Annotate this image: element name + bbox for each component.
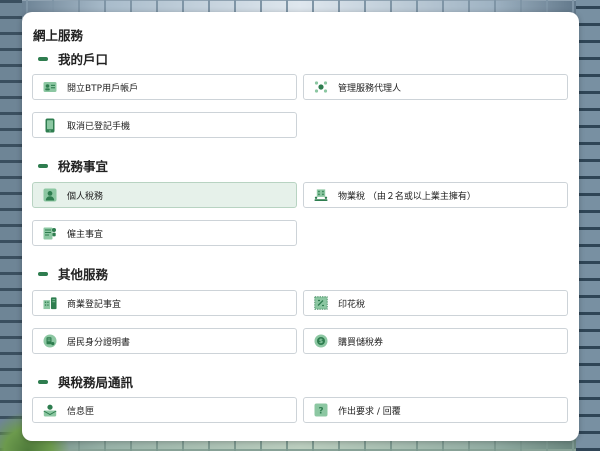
people-network-icon bbox=[314, 80, 328, 94]
inbox-person-icon bbox=[43, 403, 57, 417]
section-label: 其他服務 bbox=[58, 267, 109, 282]
section-header-tax-matters: 稅務事宜 bbox=[38, 156, 108, 175]
tile-label: 僱主事宜 bbox=[67, 229, 104, 240]
mobile-phone-icon bbox=[43, 118, 57, 132]
tile-label: 個人稅務 bbox=[67, 191, 104, 202]
section-label: 與稅務局通訊 bbox=[58, 375, 134, 390]
section-header-other-services: 其他服務 bbox=[38, 264, 108, 283]
section-bullet bbox=[38, 271, 48, 276]
svg-text:?: ? bbox=[318, 407, 323, 417]
tile-stamp-duty[interactable]: 印花稅 bbox=[303, 290, 568, 316]
section-label: 稅務事宜 bbox=[58, 159, 109, 174]
tile-individual-tax[interactable]: 個人稅務 bbox=[32, 182, 297, 208]
background-building-right bbox=[576, 0, 600, 451]
tile-cancel-registered-mobile[interactable]: 取消已登記手機 bbox=[32, 112, 297, 138]
resident-certificate-icon bbox=[43, 334, 57, 348]
section-bullet bbox=[38, 163, 48, 168]
svg-text:$: $ bbox=[319, 338, 323, 345]
background-building-left bbox=[0, 0, 22, 451]
tile-property-tax-joint[interactable]: 物業稅 （由２名或以上業主擁有） bbox=[303, 182, 568, 208]
panel-title: 網上服務 bbox=[33, 28, 84, 43]
business-registration-icon bbox=[43, 296, 57, 310]
tile-message-box[interactable]: 信息匣 bbox=[32, 397, 297, 423]
online-services-panel: 網上服務 我的戶口 開立BTP用戶帳戶 管理服務代理人 取消已登記手機 稅務事宜… bbox=[22, 12, 579, 441]
tile-label: 居民身分證明書 bbox=[67, 337, 131, 348]
tile-purchase-tax-reserve-certificates[interactable]: $ 購買儲稅券 bbox=[303, 328, 568, 354]
id-card-icon bbox=[43, 80, 57, 94]
tile-certificate-of-resident-status[interactable]: 居民身分證明書 bbox=[32, 328, 297, 354]
tile-label: 物業稅 （由２名或以上業主擁有） bbox=[338, 191, 476, 202]
tile-manage-service-agents[interactable]: 管理服務代理人 bbox=[303, 74, 568, 100]
stamp-duty-icon bbox=[314, 296, 328, 310]
tile-label: 開立BTP用戶帳戶 bbox=[67, 83, 139, 94]
building-people-icon bbox=[314, 188, 328, 202]
tile-label: 購買儲稅券 bbox=[338, 337, 384, 348]
tile-make-request-reply[interactable]: ? 作出要求 / 回覆 bbox=[303, 397, 568, 423]
tile-label: 信息匣 bbox=[67, 406, 95, 417]
tile-open-btp-account[interactable]: 開立BTP用戶帳戶 bbox=[32, 74, 297, 100]
tile-label: 管理服務代理人 bbox=[338, 83, 402, 94]
tax-reserve-coin-icon: $ bbox=[314, 334, 328, 348]
tile-label: 印花稅 bbox=[338, 299, 366, 310]
section-label: 我的戶口 bbox=[58, 52, 109, 67]
person-icon bbox=[43, 188, 57, 202]
tile-label: 作出要求 / 回覆 bbox=[338, 406, 401, 417]
tile-employer-matters[interactable]: 僱主事宜 bbox=[32, 220, 297, 246]
employer-form-icon bbox=[43, 226, 57, 240]
tile-business-registration[interactable]: 商業登記事宜 bbox=[32, 290, 297, 316]
section-header-communicate-with-ird: 與稅務局通訊 bbox=[38, 372, 133, 391]
section-bullet bbox=[38, 56, 48, 61]
section-header-my-account: 我的戶口 bbox=[38, 49, 108, 68]
section-bullet bbox=[38, 379, 48, 384]
tile-label: 商業登記事宜 bbox=[67, 299, 122, 310]
request-reply-icon: ? bbox=[314, 403, 328, 417]
tile-label: 取消已登記手機 bbox=[67, 121, 131, 132]
